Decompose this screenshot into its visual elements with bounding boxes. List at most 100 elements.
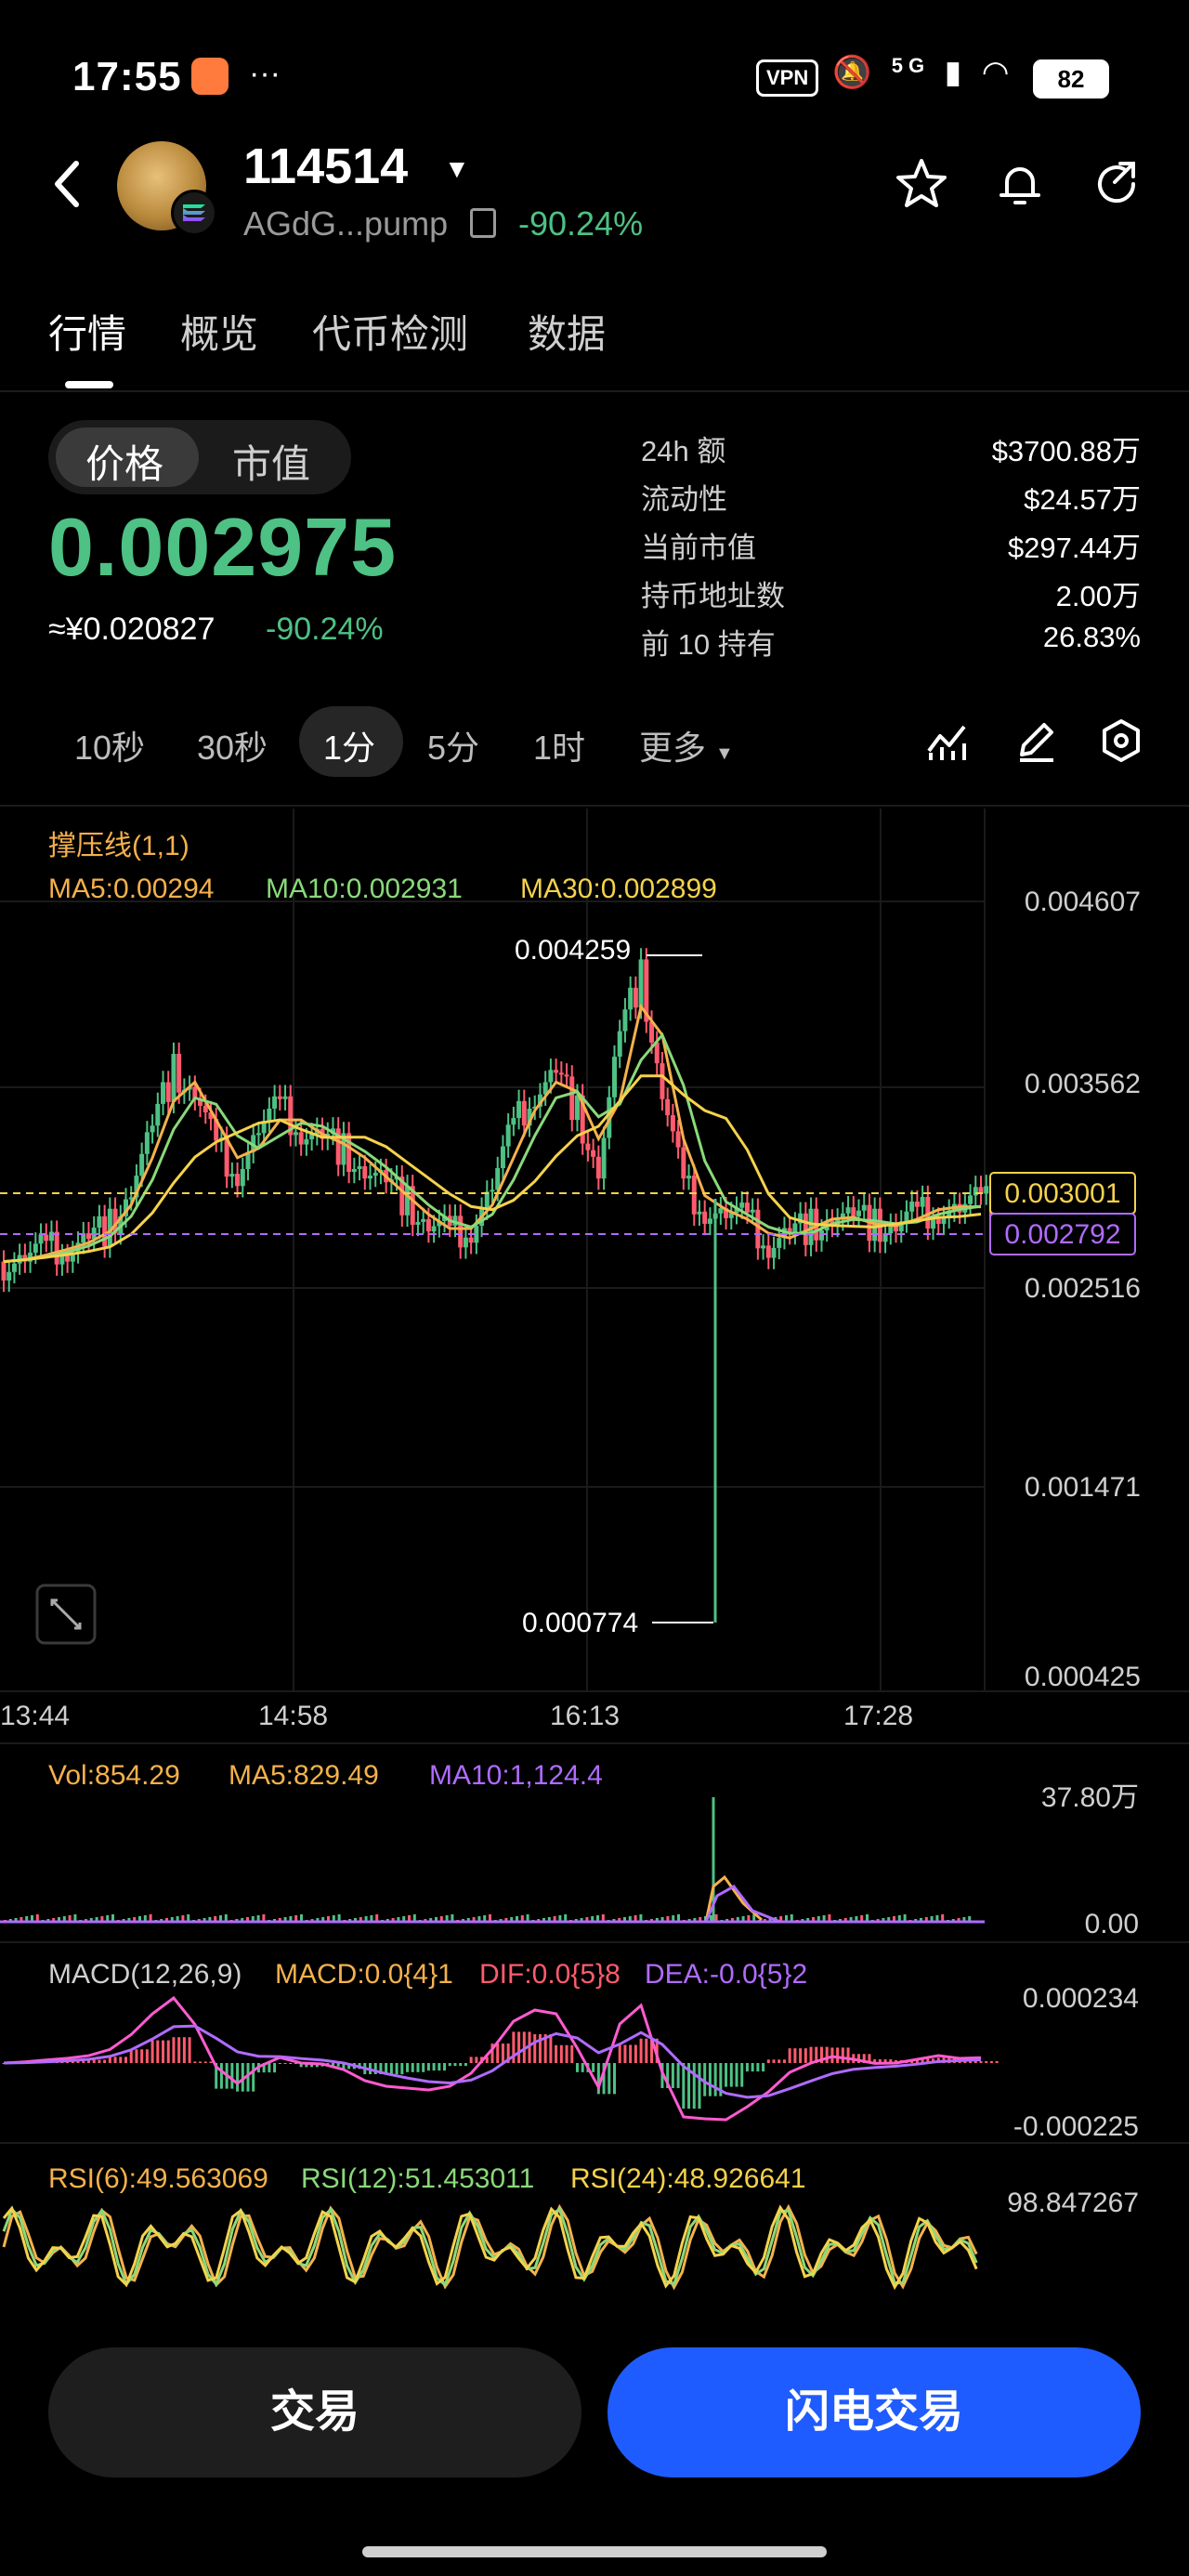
interval-1m[interactable]: 1分 [323, 721, 375, 769]
macd-bar [283, 2063, 287, 2064]
macd-bar [713, 2063, 717, 2096]
candle-body [431, 1226, 437, 1232]
chevron-down-icon[interactable]: ▼ [444, 154, 470, 184]
back-icon[interactable] [50, 156, 84, 225]
star-icon[interactable] [892, 156, 951, 216]
candle-body [654, 1042, 660, 1064]
candle-body [548, 1070, 554, 1083]
candle-body [38, 1234, 44, 1244]
candle-body [670, 1115, 675, 1132]
current-price: 0.002975 [48, 501, 398, 593]
macd-bar [570, 2044, 574, 2063]
settings-hex-icon[interactable] [1098, 717, 1144, 764]
macd-bar [671, 2063, 674, 2088]
candle-body [861, 1204, 867, 1211]
flash-trade-button[interactable]: 闪电交易 [608, 2347, 1141, 2477]
shopping-app-icon [191, 58, 229, 95]
candle-body [617, 1031, 622, 1058]
expand-icon[interactable] [35, 1584, 97, 1645]
tab-token-check[interactable]: 代币检测 [312, 303, 468, 360]
legend-ma5: MA5:0.00294 [48, 874, 214, 904]
macd-bar [629, 2044, 633, 2063]
candle-body [368, 1176, 372, 1179]
tab-active-indicator [65, 381, 113, 388]
candle-body [931, 1218, 936, 1229]
macd-bar [735, 2063, 738, 2087]
candle-body [585, 1143, 591, 1150]
interval-5m[interactable]: 5分 [427, 721, 479, 769]
chart-title: 撑压线(1,1) [48, 831, 189, 861]
candle-body [818, 1230, 824, 1241]
y-tick: 0.002516 [1025, 1273, 1141, 1304]
stat-key: 24h 额 [641, 435, 726, 467]
token-ticker[interactable]: 114514 [243, 138, 408, 195]
candle-body [702, 1211, 708, 1224]
rsi-y-max: 98.847267 [1007, 2188, 1139, 2218]
rsi12-legend: RSI(12):51.453011 [301, 2163, 534, 2194]
tab-overview[interactable]: 概览 [180, 303, 258, 360]
candle-body [558, 1072, 564, 1075]
toggle-market-cap[interactable]: 市值 [232, 433, 310, 490]
candle-body [405, 1186, 411, 1216]
candle-body [675, 1131, 681, 1148]
chart-canvas[interactable]: 撑压线(1,1) MA5:0.00294 MA10:0.002931 MA30:… [0, 808, 1189, 2295]
bell-icon[interactable] [990, 156, 1050, 216]
copy-icon[interactable] [470, 208, 496, 238]
interval-10s[interactable]: 10秒 [74, 721, 145, 769]
macd-bar [400, 2063, 404, 2075]
candle-body [681, 1147, 686, 1179]
candle-body [856, 1210, 861, 1216]
candle-body [304, 1138, 309, 1145]
indicator-icon[interactable] [923, 717, 970, 764]
candle-body [267, 1108, 272, 1122]
macd-bar [156, 2040, 160, 2063]
home-indicator[interactable] [362, 2546, 827, 2557]
candle-body [500, 1146, 505, 1168]
x-tick: 13:44 [0, 1701, 70, 1731]
draw-pencil-icon[interactable] [1013, 717, 1059, 764]
dif-value: DIF:0.0{5}8 [479, 1959, 621, 1990]
signal-bars-icon: ▮ [944, 55, 968, 90]
candle-body [54, 1231, 59, 1265]
interval-1h[interactable]: 1时 [533, 721, 585, 769]
candle-body [277, 1096, 282, 1099]
candle-body [904, 1211, 909, 1222]
tabs-divider [0, 390, 1189, 392]
macd-bar [219, 2063, 223, 2089]
tab-data[interactable]: 数据 [528, 303, 606, 360]
macd-bar [113, 2057, 117, 2063]
toggle-price[interactable]: 价格 [85, 433, 163, 490]
macd-bar [841, 2047, 844, 2063]
macd-bar [804, 2048, 807, 2063]
macd-bar [793, 2048, 797, 2063]
candle-body [718, 1208, 724, 1214]
macd-bar [448, 2063, 451, 2067]
candle-body [739, 1203, 745, 1208]
macd-bar [172, 2037, 176, 2063]
macd-bar [98, 2059, 101, 2063]
macd-bar [278, 2063, 281, 2064]
candle-body [638, 959, 644, 1008]
macd-bar [995, 2060, 999, 2063]
candle-body [777, 1238, 782, 1248]
share-icon[interactable] [1087, 156, 1146, 216]
candle-body [612, 1057, 617, 1097]
candle-body [744, 1203, 750, 1213]
high-annotation: 0.004259 [515, 935, 631, 966]
candle-body [707, 1218, 712, 1224]
candle-body [97, 1216, 102, 1229]
tab-market[interactable]: 行情 [48, 303, 126, 360]
macd-bar [809, 2046, 813, 2063]
trade-button[interactable]: 交易 [48, 2347, 581, 2477]
candle-body [102, 1216, 108, 1247]
token-address[interactable]: AGdG...pump [243, 204, 448, 243]
macd-bar [124, 2057, 127, 2063]
macd-bar [836, 2047, 840, 2063]
interval-more[interactable]: 更多 ▼ [639, 721, 734, 769]
dea-value: DEA:-0.0{5}2 [645, 1959, 807, 1990]
candle-body [569, 1076, 575, 1121]
macd-bar [533, 2033, 537, 2063]
macd-bar [989, 2060, 993, 2063]
macd-bar [453, 2063, 457, 2067]
interval-30s[interactable]: 30秒 [197, 721, 268, 769]
